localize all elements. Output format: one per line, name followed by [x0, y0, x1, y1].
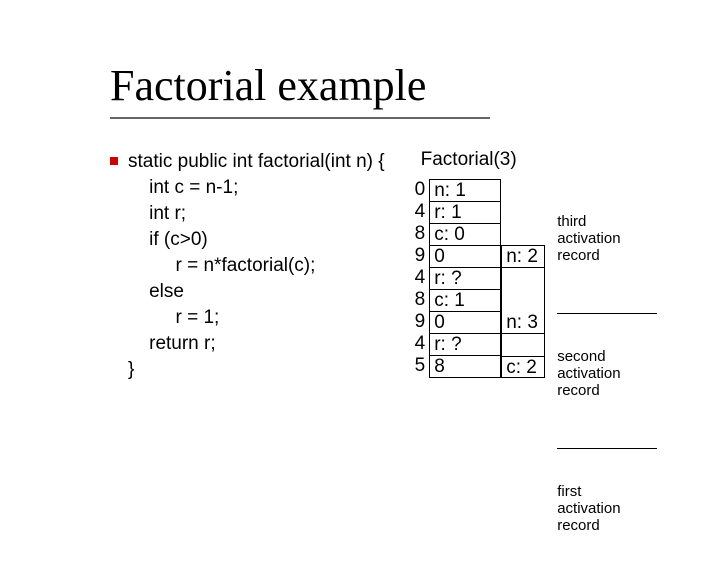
value-column-main: n: 1 r: 1 c: 0 0 r: ? c: 1 0 r: ? 8: [429, 179, 501, 378]
value-column-side: n: 2 n: 3 c: 2: [501, 245, 545, 378]
cell-r1-c-left: 8: [430, 356, 500, 378]
slide: Factorial example static public int fact…: [0, 0, 720, 540]
call-label: Factorial(3): [421, 149, 658, 171]
annotation-column: third activation record second activatio…: [557, 179, 657, 583]
cell-r3-c: c: 0: [430, 224, 500, 246]
cell-r1-c-right: c: 2: [502, 356, 544, 378]
code-block: static public int factorial(int n) { int…: [128, 149, 385, 383]
cell-r2-ret: 0: [430, 246, 500, 268]
cell-r1-n: n: 3: [502, 312, 544, 334]
bullet-icon: [110, 157, 118, 165]
content-row: static public int factorial(int n) { int…: [110, 149, 720, 583]
cell-r1-r: r: ?: [430, 334, 500, 356]
title-underline: [110, 117, 490, 119]
address-column: 0 4 8 9 4 8 9 4 5: [415, 179, 426, 377]
annot-first: first activation record: [557, 483, 657, 549]
cell-r3-n: n: 1: [430, 180, 500, 202]
cell-r2-c: c: 1: [430, 290, 500, 312]
cell-r2-n: n: 2: [502, 246, 544, 268]
page-title: Factorial example: [110, 60, 720, 111]
annot-second: second activation record: [557, 348, 657, 414]
annot-divider: [557, 313, 657, 314]
annot-divider: [557, 448, 657, 449]
cell-r1-ret: 0: [430, 312, 500, 334]
stack-area: 0 4 8 9 4 8 9 4 5 n: 1 r: 1 c: 0 0 r: ? …: [415, 179, 658, 583]
stack-diagram: Factorial(3) 0 4 8 9 4 8 9 4 5 n: 1 r: 1…: [415, 149, 658, 583]
annot-third: third activation record: [557, 213, 657, 279]
cell-r3-r: r: 1: [430, 202, 500, 224]
cell-r2-r: r: ?: [430, 268, 500, 290]
